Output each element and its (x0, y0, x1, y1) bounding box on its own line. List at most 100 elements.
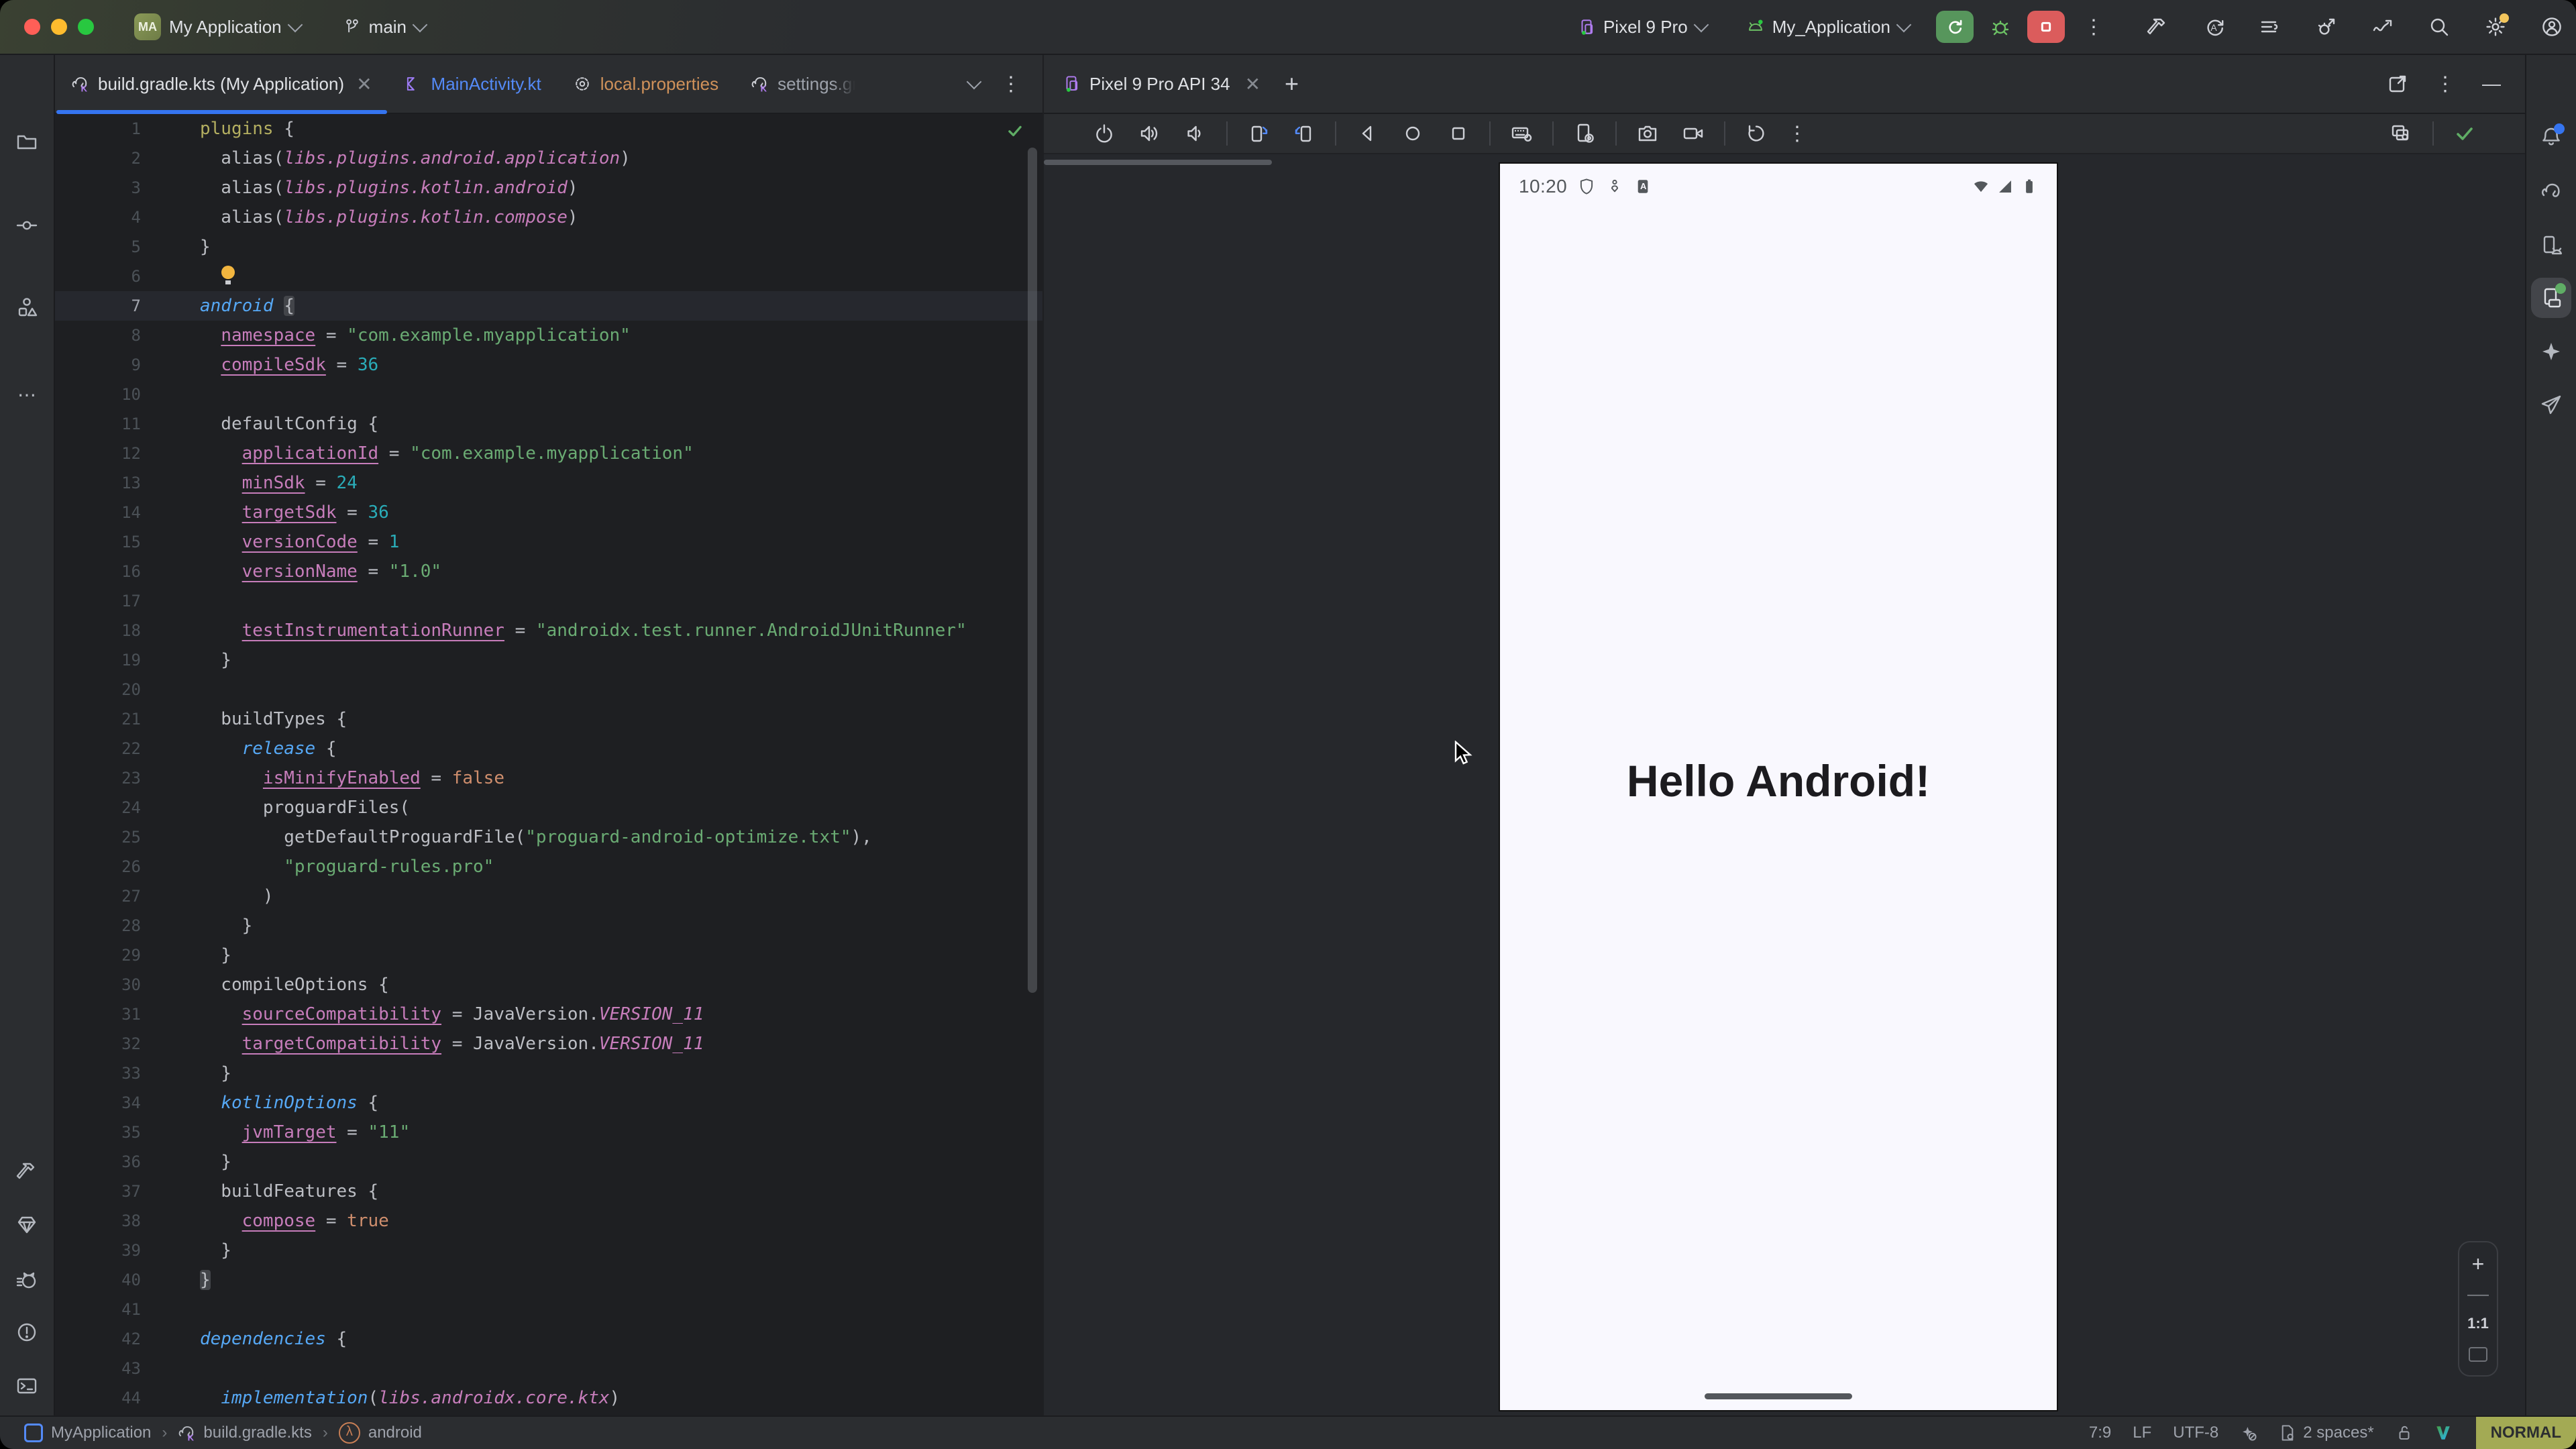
zoom-fit-button[interactable] (2469, 1347, 2487, 1362)
unlock-icon[interactable] (2396, 1424, 2413, 1442)
rotate-left-icon[interactable] (1248, 123, 1269, 144)
code-line[interactable]: 32 targetCompatibility = JavaVersion.VER… (55, 1029, 1042, 1059)
vim-mode-badge[interactable]: NORMAL (2476, 1417, 2576, 1449)
intention-bulb-icon[interactable] (220, 264, 236, 286)
code-line[interactable]: 19 } (55, 645, 1042, 675)
more-run-actions-button[interactable]: ⋮ (2076, 15, 2112, 39)
tool-problems-button[interactable] (16, 1322, 38, 1343)
code-line[interactable]: 5} (55, 232, 1042, 262)
code-line[interactable]: 20 (55, 675, 1042, 704)
code-line[interactable]: 3 alias(libs.plugins.kotlin.android) (55, 173, 1042, 203)
code-line[interactable]: 4 alias(libs.plugins.kotlin.compose) (55, 203, 1042, 232)
editor-scrollbar[interactable] (1028, 148, 1037, 993)
tool-commit-button[interactable] (16, 215, 38, 236)
tab-build-gradle[interactable]: K build.gradle.kts (My Application) ✕ (55, 55, 388, 113)
phone-screen[interactable]: 10:20 A Hello Android! (1500, 164, 2057, 1410)
rotate-right-icon[interactable] (1293, 123, 1315, 144)
code-line[interactable]: 33 } (55, 1059, 1042, 1088)
device-settings-icon[interactable] (1574, 123, 1595, 144)
code-line[interactable]: 27 ) (55, 881, 1042, 911)
code-line[interactable]: 41 (55, 1295, 1042, 1324)
code-line[interactable]: 43 (55, 1354, 1042, 1383)
caret-position-widget[interactable]: 7:9 (2089, 1424, 2111, 1442)
device-selector[interactable]: Pixel 9 Pro (1567, 11, 1717, 43)
code-line[interactable]: 38 compose = true (55, 1206, 1042, 1236)
zoom-out-button[interactable]: — (2467, 1287, 2489, 1300)
code-line[interactable]: 14 targetSdk = 36 (55, 498, 1042, 527)
code-line[interactable]: 22 release { (55, 734, 1042, 763)
ai-assistant-status-icon[interactable] (2240, 1424, 2257, 1442)
code-line[interactable]: 39 } (55, 1236, 1042, 1265)
tool-structure-button[interactable] (16, 297, 38, 318)
tab-mainactivity[interactable]: MainActivity.kt (388, 55, 557, 113)
tool-build-button[interactable] (16, 1161, 38, 1182)
tool-device-manager-button[interactable] (2540, 235, 2562, 256)
code-line[interactable]: 28 } (55, 911, 1042, 941)
zoom-in-button[interactable]: + (2472, 1256, 2485, 1272)
code-line[interactable]: 2 alias(libs.plugins.android.application… (55, 144, 1042, 173)
line-separator-widget[interactable]: LF (2133, 1424, 2151, 1442)
emulator-more-kebab-icon[interactable]: ⋮ (1779, 122, 1815, 146)
code-line[interactable]: 31 sourceCompatibility = JavaVersion.VER… (55, 1000, 1042, 1029)
gesture-navigation-handle[interactable] (1705, 1393, 1852, 1399)
code-line[interactable]: 1plugins { (55, 114, 1042, 144)
settings-button[interactable] (2485, 16, 2506, 38)
apply-code-changes-icon[interactable] (2259, 16, 2281, 38)
code-line[interactable]: 40} (55, 1265, 1042, 1295)
code-line[interactable]: 13 minSdk = 24 (55, 468, 1042, 498)
code-line[interactable]: 7android { (55, 291, 1042, 321)
code-line[interactable]: 11 defaultConfig { (55, 409, 1042, 439)
panel-options-kebab-icon[interactable]: ⋮ (2427, 72, 2463, 96)
tool-notifications-button[interactable] (2540, 126, 2562, 148)
tab-list-chevron-icon[interactable] (967, 74, 982, 90)
project-widget[interactable]: MA My Application (123, 8, 311, 46)
device-tab-pixel9pro[interactable]: Pixel 9 Pro API 34 ✕ (1057, 73, 1266, 95)
tool-project-button[interactable] (16, 131, 38, 153)
android-overview-icon[interactable] (1448, 123, 1469, 144)
code-line[interactable]: 12 applicationId = "com.example.myapplic… (55, 439, 1042, 468)
apply-changes-icon[interactable]: A (2203, 16, 2224, 38)
screen-record-icon[interactable] (1682, 123, 1704, 144)
code-editor[interactable]: 1plugins {2 alias(libs.plugins.android.a… (55, 114, 1042, 1415)
code-line[interactable]: 15 versionCode = 1 (55, 527, 1042, 557)
zoom-ratio-button[interactable]: 1:1 (2467, 1315, 2489, 1332)
attach-debugger-icon[interactable] (2316, 16, 2337, 38)
code-line[interactable]: 16 versionName = "1.0" (55, 557, 1042, 586)
tool-running-devices-button[interactable] (2531, 278, 2571, 318)
code-line[interactable]: 18 testInstrumentationRunner = "androidx… (55, 616, 1042, 645)
add-device-tab-button[interactable]: + (1285, 70, 1299, 98)
debug-app-button[interactable] (1982, 11, 2019, 43)
tool-gradle-button[interactable] (2540, 180, 2562, 201)
code-line[interactable]: 21 buildTypes { (55, 704, 1042, 734)
profiler-icon[interactable] (2372, 16, 2394, 38)
code-line[interactable]: 9 compileSdk = 36 (55, 350, 1042, 380)
vcs-branch-widget[interactable]: main (333, 11, 436, 43)
minimize-window-button[interactable] (51, 19, 67, 35)
vim-plugin-icon[interactable] (2434, 1424, 2452, 1442)
layout-inspector-icon[interactable] (2391, 123, 2412, 144)
tab-options-kebab-icon[interactable]: ⋮ (993, 72, 1029, 96)
power-button-icon[interactable] (1093, 123, 1115, 144)
code-line[interactable]: 24 proguardFiles( (55, 793, 1042, 822)
close-window-button[interactable] (24, 19, 40, 35)
inspections-widget[interactable] (1006, 122, 1024, 140)
code-line[interactable]: 37 buildFeatures { (55, 1177, 1042, 1206)
code-line[interactable]: 26 "proguard-rules.pro" (55, 852, 1042, 881)
stop-app-button[interactable] (2027, 11, 2065, 43)
run-configuration-selector[interactable]: My_Application (1736, 11, 1920, 43)
tool-dependencies-button[interactable] (16, 1214, 38, 1236)
account-icon[interactable] (2541, 16, 2563, 38)
tool-terminal-button[interactable] (16, 1375, 38, 1397)
volume-up-icon[interactable] (1139, 123, 1161, 144)
code-line[interactable]: 25 getDefaultProguardFile("proguard-andr… (55, 822, 1042, 852)
hardware-input-icon[interactable] (1511, 123, 1532, 144)
encoding-widget[interactable]: UTF-8 (2173, 1424, 2218, 1442)
code-line[interactable]: 42dependencies { (55, 1324, 1042, 1354)
rerun-app-button[interactable] (1936, 11, 1974, 43)
tool-gemini-button[interactable] (2540, 341, 2562, 362)
android-back-icon[interactable] (1356, 123, 1378, 144)
code-line[interactable]: 34 kotlinOptions { (55, 1088, 1042, 1118)
breadcrumb-element[interactable]: λ android (339, 1422, 422, 1444)
code-line[interactable]: 8 namespace = "com.example.myapplication… (55, 321, 1042, 350)
android-home-icon[interactable] (1402, 123, 1424, 144)
